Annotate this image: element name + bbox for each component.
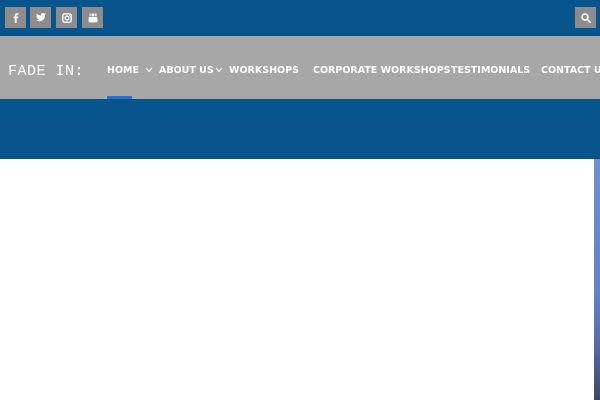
facebook-icon	[13, 12, 18, 23]
facebook-link[interactable]	[5, 7, 26, 28]
search-button[interactable]	[575, 7, 596, 28]
hero-banner	[0, 99, 600, 159]
youtube-link[interactable]	[82, 7, 103, 28]
instagram-icon	[61, 12, 72, 23]
chevron-down-icon	[215, 67, 223, 73]
nav-item-contact-us[interactable]: CONTACT US	[541, 65, 600, 77]
twitter-link[interactable]	[30, 7, 51, 28]
nav-item-corporate-workshops[interactable]: CORPORATE WORKSHOPS	[313, 65, 451, 77]
nav-item-testimonials[interactable]: TESTIMONIALS	[451, 65, 530, 77]
main-content	[0, 159, 600, 400]
youtube-icon	[88, 13, 97, 22]
main-navigation: FADE IN: HOME ABOUT US WORKSHOPS CORPORA…	[0, 36, 600, 99]
nav-item-about-us[interactable]: ABOUT US	[159, 65, 214, 77]
chevron-down-icon	[145, 67, 153, 73]
site-logo[interactable]: FADE IN:	[8, 63, 84, 80]
twitter-icon	[35, 13, 46, 22]
nav-item-workshops[interactable]: WORKSHOPS	[229, 65, 299, 77]
hero-slider-edge	[594, 159, 600, 400]
search-icon	[580, 12, 591, 23]
nav-item-home[interactable]: HOME	[107, 65, 139, 77]
top-bar	[0, 0, 600, 36]
instagram-link[interactable]	[56, 7, 77, 28]
